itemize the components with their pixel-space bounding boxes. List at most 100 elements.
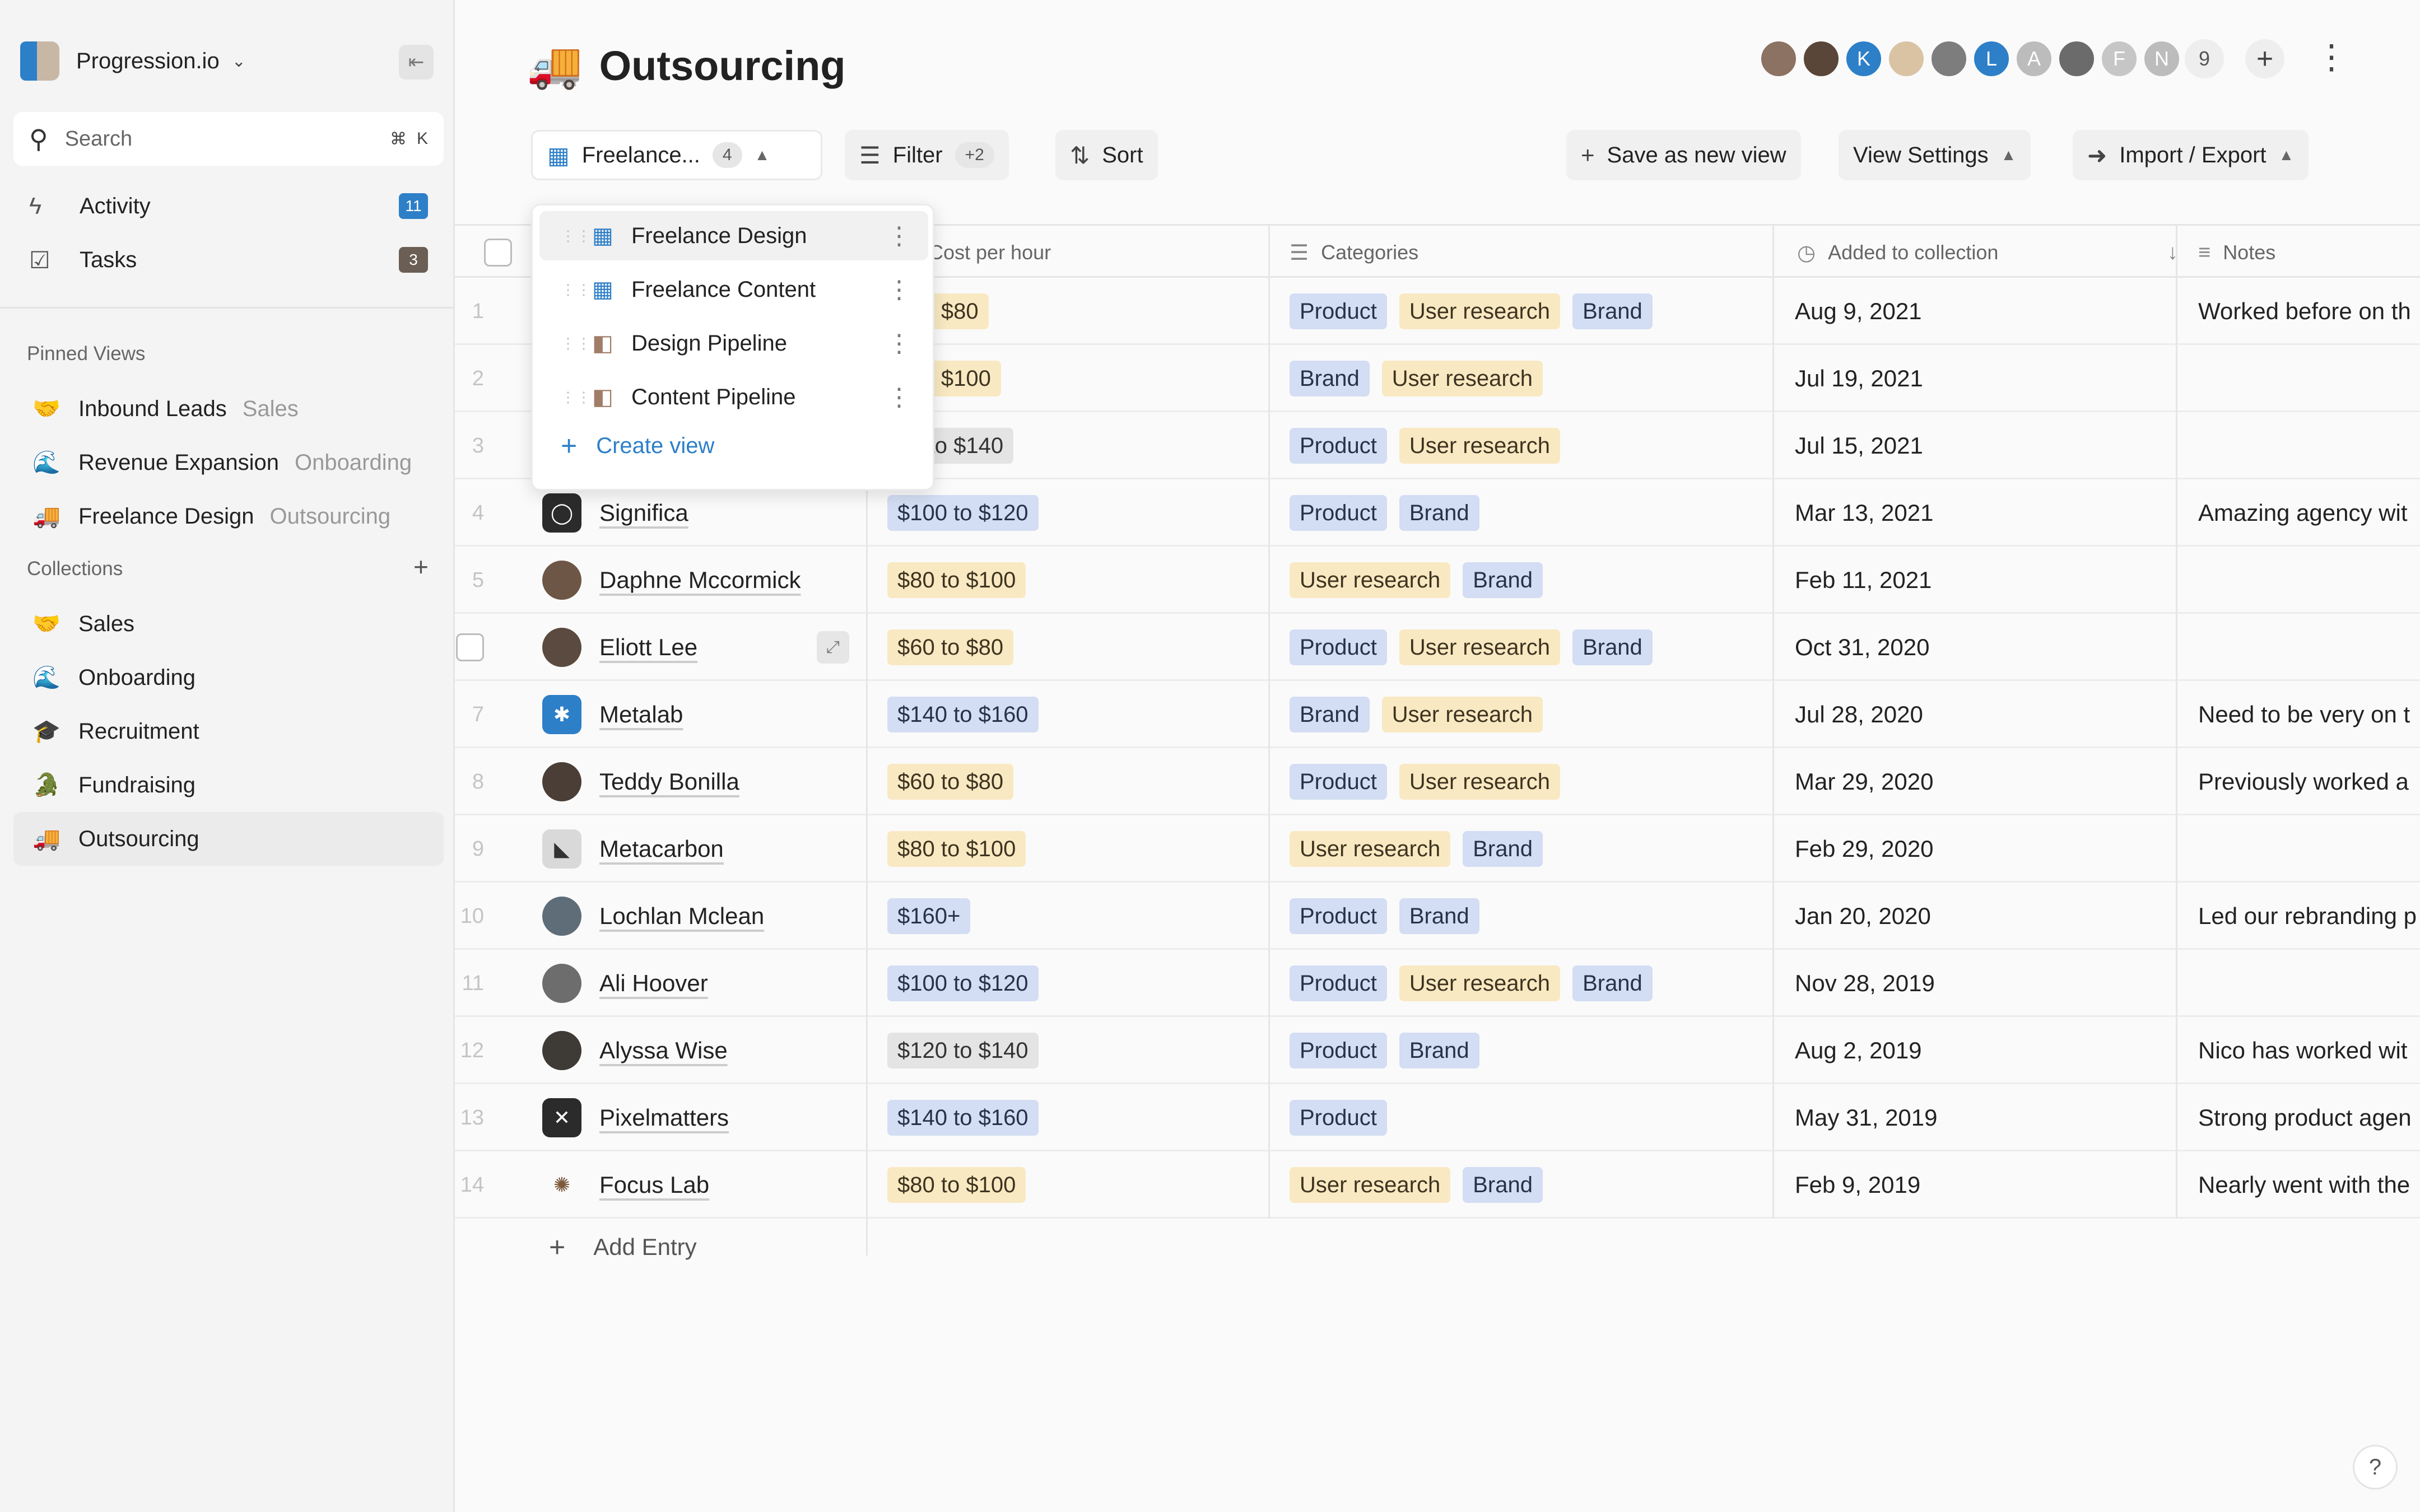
cost-cell[interactable]: $100 to $120: [887, 950, 1051, 1017]
more-options-icon[interactable]: ⋮: [887, 329, 911, 358]
date-cell[interactable]: Jul 19, 2021: [1795, 345, 1923, 412]
categories-cell[interactable]: Product User research Brand: [1290, 614, 1665, 681]
name-cell[interactable]: ◣ Metacarbon: [542, 815, 724, 883]
more-options-icon[interactable]: ⋮: [2315, 40, 2348, 74]
notes-cell[interactable]: Strong product agen: [2198, 1084, 2412, 1151]
entry-name[interactable]: Lochlan Mclean: [599, 903, 764, 930]
name-cell[interactable]: Ali Hoover: [542, 950, 708, 1017]
cost-cell[interactable]: $60 to $80: [887, 614, 1026, 681]
more-options-icon[interactable]: ⋮: [887, 222, 911, 250]
column-header-added[interactable]: ◷ Added to collection ↓: [1797, 226, 2178, 279]
add-entry-button[interactable]: + Add Entry: [549, 1231, 697, 1263]
notes-cell[interactable]: Need to be very on t: [2198, 681, 2410, 748]
categories-cell[interactable]: User research Brand: [1290, 1151, 1555, 1219]
add-collection-button[interactable]: +: [413, 552, 429, 582]
more-options-icon[interactable]: ⋮: [887, 276, 911, 304]
table-row[interactable]: 5 Daphne Mccormick $80 to $100 User researc…: [455, 547, 2420, 614]
avatar[interactable]: N: [2142, 39, 2181, 78]
table-row[interactable]: 8 Teddy Bonilla $60 to $80 Product User rese…: [455, 748, 2420, 815]
sidebar-item-onboarding[interactable]: 🌊 Onboarding: [13, 651, 444, 704]
table-row[interactable]: 11 Ali Hoover $100 to $120 Product User rese…: [455, 950, 2420, 1017]
categories-cell[interactable]: Product Brand: [1290, 1017, 1492, 1084]
date-cell[interactable]: Mar 29, 2020: [1795, 748, 1934, 815]
import-export-button[interactable]: ➜ Import / Export ▲: [2073, 130, 2309, 180]
save-as-new-view-button[interactable]: + Save as new view: [1566, 130, 1801, 180]
select-all-checkbox[interactable]: [484, 226, 512, 279]
categories-cell[interactable]: User research Brand: [1290, 815, 1555, 883]
column-header-cost[interactable]: Cost per hour: [929, 226, 1051, 279]
avatar[interactable]: A: [2014, 39, 2054, 78]
notes-cell[interactable]: Previously worked a: [2198, 748, 2409, 815]
date-cell[interactable]: Jul 28, 2020: [1795, 681, 1923, 748]
categories-cell[interactable]: Product User research Brand: [1290, 278, 1665, 345]
entry-name[interactable]: Teddy Bonilla: [599, 768, 739, 795]
pinned-item-freelance-design[interactable]: 🚚 Freelance Design Outsourcing: [13, 489, 444, 543]
name-cell[interactable]: Alyssa Wise: [542, 1017, 728, 1084]
name-cell[interactable]: Lochlan Mclean: [542, 883, 764, 950]
table-row[interactable]: 9 ◣ Metacarbon $80 to $100 User research Bran…: [455, 815, 2420, 883]
avatar[interactable]: [1802, 39, 1841, 78]
member-avatars[interactable]: K L A F N: [1759, 39, 2181, 78]
categories-cell[interactable]: Brand User research: [1290, 345, 1555, 412]
sidebar-item-tasks[interactable]: ☑ Tasks 3: [13, 233, 444, 287]
dropdown-item-freelance-content[interactable]: ⋮⋮ ▦ Freelance Content ⋮: [539, 265, 928, 314]
sidebar-item-recruitment[interactable]: 🎓 Recruitment: [13, 704, 444, 758]
name-cell[interactable]: ✕ Pixelmatters: [542, 1084, 729, 1151]
dropdown-item-content-pipeline[interactable]: ⋮⋮ ◧ Content Pipeline ⋮: [539, 372, 928, 422]
cost-cell[interactable]: $140 to $160: [887, 1084, 1051, 1151]
table-row[interactable]: 7 ✱ Metalab $140 to $160 Brand User research J…: [455, 681, 2420, 748]
categories-cell[interactable]: Product Brand: [1290, 883, 1492, 950]
entry-name[interactable]: Metacarbon: [599, 836, 724, 862]
date-cell[interactable]: Aug 2, 2019: [1795, 1017, 1922, 1084]
name-cell[interactable]: Eliott Lee: [542, 614, 697, 681]
dropdown-item-freelance-design[interactable]: ⋮⋮ ▦ Freelance Design ⋮: [539, 211, 928, 260]
more-options-icon[interactable]: ⋮: [887, 383, 911, 412]
entry-name[interactable]: Focus Lab: [599, 1172, 709, 1198]
date-cell[interactable]: Feb 29, 2020: [1795, 815, 1934, 883]
name-cell[interactable]: Daphne Mccormick: [542, 547, 801, 614]
avatar[interactable]: L: [1972, 39, 2011, 78]
categories-cell[interactable]: Product: [1290, 1084, 1399, 1151]
categories-cell[interactable]: User research Brand: [1290, 547, 1555, 614]
categories-cell[interactable]: Product Brand: [1290, 479, 1492, 547]
date-cell[interactable]: Jan 20, 2020: [1795, 883, 1931, 950]
column-header-notes[interactable]: ≡ Notes: [2198, 226, 2275, 279]
date-cell[interactable]: Feb 9, 2019: [1795, 1151, 1920, 1219]
pinned-item-revenue-expansion[interactable]: 🌊 Revenue Expansion Onboarding: [13, 436, 444, 489]
cost-cell[interactable]: $120 to $140: [887, 1017, 1051, 1084]
dropdown-item-design-pipeline[interactable]: ⋮⋮ ◧ Design Pipeline ⋮: [539, 319, 928, 368]
name-cell[interactable]: ✺ Focus Lab: [542, 1151, 709, 1219]
cost-cell[interactable]: $80 to $100: [887, 1151, 1038, 1219]
drag-handle-icon[interactable]: ⋮⋮: [561, 335, 592, 352]
sidebar-item-sales[interactable]: 🤝 Sales: [13, 597, 444, 651]
avatar[interactable]: [2057, 39, 2096, 78]
table-row[interactable]: 14 ✺ Focus Lab $80 to $100 User research Bran…: [455, 1151, 2420, 1219]
pinned-item-inbound-leads[interactable]: 🤝 Inbound Leads Sales: [13, 382, 444, 436]
cost-cell[interactable]: $60 to $80: [887, 748, 1026, 815]
expand-row-button[interactable]: ⤢: [817, 614, 849, 681]
date-cell[interactable]: Feb 11, 2021: [1795, 547, 1932, 614]
notes-cell[interactable]: Worked before on th: [2198, 278, 2411, 345]
date-cell[interactable]: Aug 9, 2021: [1795, 278, 1922, 345]
cost-cell[interactable]: $140 to $160: [887, 681, 1051, 748]
table-row[interactable]: 13 ✕ Pixelmatters $140 to $160 Product May 31…: [455, 1084, 2420, 1151]
categories-cell[interactable]: Brand User research: [1290, 681, 1555, 748]
notes-cell[interactable]: Nico has worked wit: [2198, 1017, 2407, 1084]
categories-cell[interactable]: Product User research: [1290, 412, 1572, 479]
date-cell[interactable]: Oct 31, 2020: [1795, 614, 1930, 681]
drag-handle-icon[interactable]: ⋮⋮: [561, 227, 592, 245]
avatar[interactable]: K: [1844, 39, 1883, 78]
column-header-categories[interactable]: ☰ Categories: [1290, 226, 1418, 279]
member-count[interactable]: 9: [2185, 39, 2224, 78]
date-cell[interactable]: Mar 13, 2021: [1795, 479, 1934, 547]
row-checkbox[interactable]: [456, 633, 484, 661]
entry-name[interactable]: Pixelmatters: [599, 1104, 729, 1131]
sidebar-item-outsourcing[interactable]: 🚚 Outsourcing: [13, 812, 444, 866]
categories-cell[interactable]: Product User research Brand: [1290, 950, 1665, 1017]
avatar[interactable]: [1759, 39, 1798, 78]
table-row[interactable]: 10 Lochlan Mclean $160+ Product Brand Jan 20,…: [455, 883, 2420, 950]
date-cell[interactable]: Nov 28, 2019: [1795, 950, 1935, 1017]
date-cell[interactable]: Jul 15, 2021: [1795, 412, 1923, 479]
collapse-sidebar-button[interactable]: ⇤: [399, 45, 434, 80]
avatar[interactable]: [1887, 39, 1926, 78]
